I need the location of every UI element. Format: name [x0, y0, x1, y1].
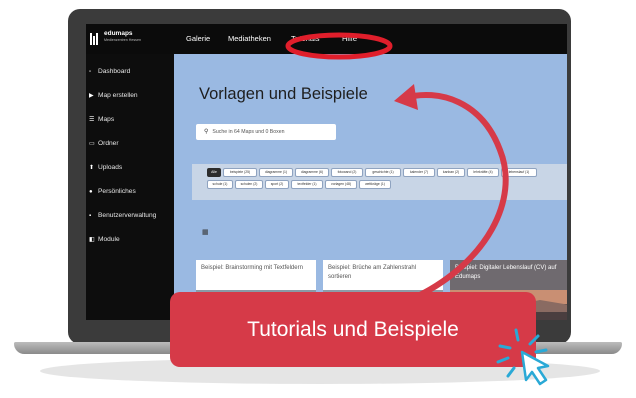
- highlight-circle-icon: [285, 32, 393, 60]
- banner-text: Tutorials und Beispiele: [247, 318, 459, 341]
- cursor-click-icon: [496, 328, 550, 386]
- tutorials-banner[interactable]: Tutorials und Beispiele: [170, 292, 536, 367]
